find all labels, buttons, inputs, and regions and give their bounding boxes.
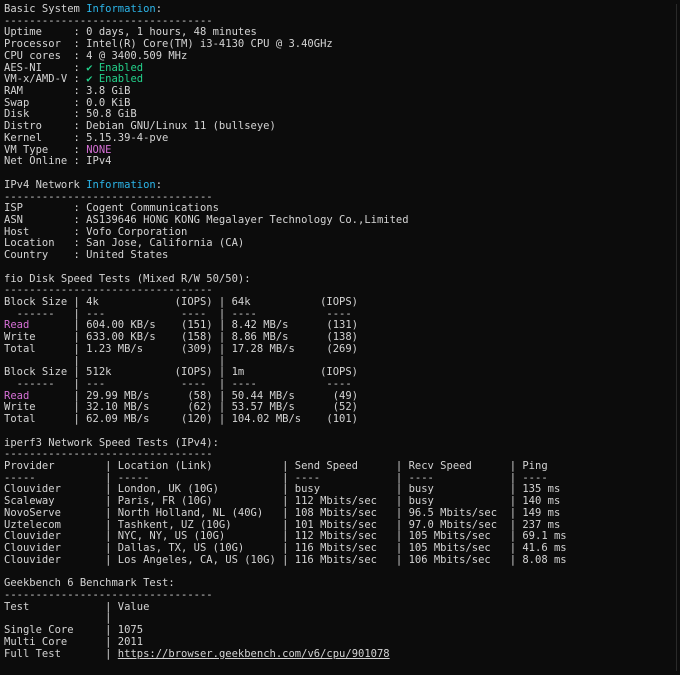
terminal-text: CPU cores : 4 @ 3400.509 MHz (4, 49, 188, 62)
terminal-line: Country : United States (4, 249, 676, 262)
terminal-text: Kernel : 5.15.39-4-pve (4, 131, 169, 144)
terminal-text: Distro : Debian GNU/Linux 11 (bullseye) (4, 120, 276, 133)
terminal-text: --------------------------------- (4, 190, 213, 203)
terminal-text: NONE (86, 143, 112, 156)
terminal-text: VM-x/AMD-V : (4, 73, 87, 86)
terminal-text: --------------------------------- (4, 284, 213, 297)
terminal-text: ✔ Enabled (86, 73, 144, 86)
terminal-text: Block Size | 512k (IOPS) | 1m (IOPS) (4, 366, 359, 379)
terminal-text: Swap : 0.0 KiB (4, 96, 131, 109)
terminal-text: | 604.00 KB/s (151) | 8.42 MB/s (131) (29, 319, 359, 332)
terminal-text: ------ | --- ---- | ---- ---- (4, 307, 359, 320)
terminal-text: Information (86, 178, 156, 191)
terminal-line: Full Test | https://browser.geekbench.co… (4, 647, 676, 661)
terminal-text: Net Online : IPv4 (4, 155, 112, 168)
terminal-text: : (155, 4, 163, 15)
terminal-text: --------------------------------- (4, 588, 213, 601)
terminal-text: Clouvider | NYC, NY, US (10G) | 112 Mbit… (4, 530, 567, 543)
terminal-text: --------------------------------- (4, 448, 213, 461)
terminal-text: | 29.99 MB/s (58) | 50.44 MB/s (49) (29, 389, 359, 402)
terminal-text: Full Test | (4, 647, 118, 660)
terminal-text: Total | 62.09 MB/s (120) | 104.02 MB/s (… (4, 413, 359, 426)
terminal-text: VM Type : (4, 143, 87, 156)
terminal-text: | | (4, 354, 359, 367)
terminal-line: Net Online : IPv4 (4, 155, 676, 168)
terminal-text: Country : United States (4, 249, 169, 262)
terminal-text: ASN : AS139646 HONG KONG Megalayer Techn… (4, 213, 409, 226)
terminal-text: Host : Vofo Corporation (4, 225, 188, 238)
terminal-output: Basic System Information: ---------------… (4, 4, 677, 671)
terminal-text: Geekbench 6 Benchmark Test: (4, 577, 175, 590)
terminal-text: Total | 1.23 MB/s (309) | 17.28 MB/s (26… (4, 342, 359, 355)
terminal-text: AES-NI : (4, 61, 87, 74)
terminal-text: Read (4, 389, 30, 402)
terminal-text: | (4, 612, 112, 625)
terminal-text: Scaleway | Paris, FR (10G) | 112 Mbits/s… (4, 495, 561, 508)
terminal-text: Processor : Intel(R) Core(TM) i3-4130 CP… (4, 38, 333, 51)
terminal-text: Test | Value (4, 600, 150, 613)
terminal-text: Basic System (4, 4, 87, 15)
terminal-text: Block Size | 4k (IOPS) | 64k (IOPS) (4, 295, 359, 308)
terminal-text: Read (4, 319, 30, 332)
terminal-text: Uztelecom | Tashkent, UZ (10G) | 101 Mbi… (4, 518, 561, 531)
terminal-text: ✔ Enabled (86, 61, 144, 74)
terminal-text: NovoServe | North Holland, NL (40G) | 10… (4, 506, 561, 519)
terminal-line: Clouvider | Los Angeles, CA, US (10G) | … (4, 553, 676, 567)
terminal-text: IPv4 Network (4, 178, 87, 191)
terminal-text: --------------------------------- (4, 14, 213, 27)
terminal-text: ------ | --- ---- | ---- ---- (4, 378, 359, 390)
terminal-text: Clouvider | London, UK (10G) | busy | bu… (4, 483, 561, 496)
terminal-text: Write | 32.10 MB/s (62) | 53.57 MB/s (52… (4, 401, 359, 414)
terminal-text: Clouvider | Dallas, TX, US (10G) | 116 M… (4, 542, 567, 555)
terminal-text: RAM : 3.8 GiB (4, 85, 131, 98)
terminal-text: Write | 633.00 KB/s (158) | 8.86 MB/s (1… (4, 331, 359, 344)
terminal-text: ----- | ----- | ---- | ---- | ---- (4, 471, 548, 484)
terminal-text: Single Core | 1075 (4, 624, 144, 637)
terminal-text: Multi Core | 2011 (4, 635, 144, 648)
terminal-text: iperf3 Network Speed Tests (IPv4): (4, 436, 219, 449)
geekbench-result-link[interactable]: https://browser.geekbench.com/v6/cpu/901… (118, 648, 390, 660)
terminal-text: Location : San Jose, California (CA) (4, 237, 245, 250)
terminal-line: Total | 62.09 MB/s (120) | 104.02 MB/s (… (4, 413, 676, 426)
terminal-text: ISP : Cogent Communications (4, 202, 219, 215)
terminal-text: fio Disk Speed Tests (Mixed R/W 50/50): (4, 272, 251, 285)
terminal-text: Clouvider | Los Angeles, CA, US (10G) | … (4, 553, 567, 566)
terminal-text: Uptime : 0 days, 1 hours, 48 minutes (4, 26, 257, 39)
terminal-text: : (155, 178, 163, 191)
terminal-text: Provider | Location (Link) | Send Speed … (4, 460, 548, 473)
terminal-text: Disk : 50.8 GiB (4, 108, 137, 121)
terminal-text: Information (86, 4, 156, 15)
